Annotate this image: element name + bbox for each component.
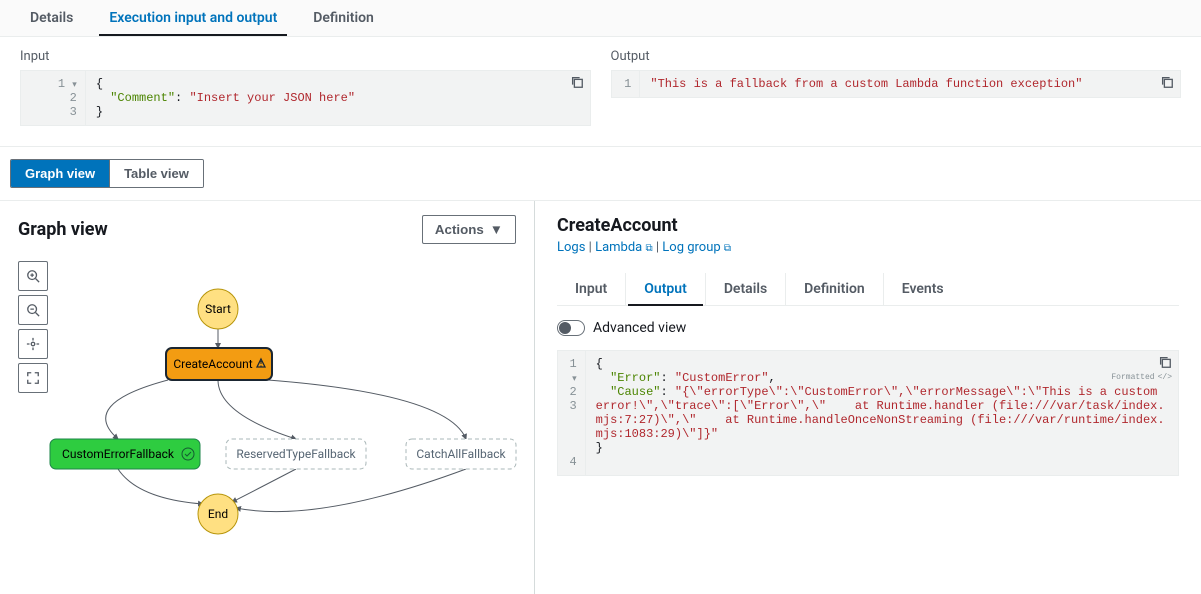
logs-link[interactable]: Logs xyxy=(557,240,585,255)
tab-definition[interactable]: Definition xyxy=(295,0,392,36)
detail-links: Logs | Lambda ⧉ | Log group ⧉ xyxy=(557,240,1179,255)
io-panel: Input 1 ▾23 { "Comment": "Insert your JS… xyxy=(0,37,1201,147)
lambda-link[interactable]: Lambda ⧉ xyxy=(595,240,653,255)
input-code[interactable]: { "Comment": "Insert your JSON here" } xyxy=(86,71,590,125)
subtab-output[interactable]: Output xyxy=(626,273,706,305)
subtab-details[interactable]: Details xyxy=(706,273,786,305)
graph-view-button[interactable]: Graph view xyxy=(11,160,109,187)
actions-button[interactable]: Actions ▼ xyxy=(422,215,516,244)
code-gutter: 1 ▾234 xyxy=(558,351,586,475)
node-start: Start xyxy=(205,302,231,316)
formatted-badge[interactable]: Formatted </> xyxy=(1111,373,1172,382)
view-toggle: Graph view Table view xyxy=(10,159,204,188)
code-icon: </> xyxy=(1158,373,1172,382)
advanced-view-label: Advanced view xyxy=(593,320,686,336)
graph-pane-header: Graph view Actions ▼ xyxy=(18,215,516,244)
detail-title: CreateAccount xyxy=(557,215,1179,236)
subtab-input[interactable]: Input xyxy=(557,273,626,305)
output-code[interactable]: "This is a fallback from a custom Lambda… xyxy=(640,71,1180,97)
subtab-events[interactable]: Events xyxy=(884,273,962,305)
node-custom-error: CustomErrorFallback xyxy=(62,447,175,461)
copy-icon[interactable] xyxy=(570,75,584,93)
caret-down-icon: ▼ xyxy=(490,222,503,237)
table-view-button[interactable]: Table view xyxy=(109,160,203,187)
graph-pane-title: Graph view xyxy=(18,219,108,240)
code-gutter: 1 xyxy=(612,71,641,97)
node-create-account: CreateAccount xyxy=(173,357,252,371)
node-reserved: ReservedTypeFallback xyxy=(236,447,356,461)
advanced-view-row: Advanced view xyxy=(557,320,1179,336)
node-end: End xyxy=(208,507,228,521)
output-label: Output xyxy=(611,49,1182,64)
code-gutter: 1 ▾23 xyxy=(21,71,86,125)
subtab-definition[interactable]: Definition xyxy=(786,273,884,305)
tab-execution-io[interactable]: Execution input and output xyxy=(91,0,295,36)
view-toggle-bar: Graph view Table view xyxy=(0,147,1201,200)
detail-sub-tabs: Input Output Details Definition Events xyxy=(557,273,1179,306)
graph-pane: Graph view Actions ▼ xyxy=(0,201,535,594)
output-json-box: Formatted </> 1 ▾234 { "Error": "CustomE… xyxy=(557,350,1179,476)
input-label: Input xyxy=(20,49,591,64)
detail-pane: CreateAccount Logs | Lambda ⧉ | Log grou… xyxy=(535,201,1201,594)
log-group-link[interactable]: Log group ⧉ xyxy=(662,240,731,255)
external-link-icon: ⧉ xyxy=(724,243,731,254)
copy-icon[interactable] xyxy=(1158,355,1172,373)
split-panes: Graph view Actions ▼ xyxy=(0,200,1201,594)
input-code-box: 1 ▾23 { "Comment": "Insert your JSON her… xyxy=(20,70,591,126)
output-column: Output 1 "This is a fallback from a cust… xyxy=(611,49,1182,126)
tab-details[interactable]: Details xyxy=(12,0,91,36)
graph-canvas[interactable]: Start CreateAccount CustomErrorFallback … xyxy=(18,274,516,574)
node-catchall: CatchAllFallback xyxy=(416,447,506,461)
output-code-box: 1 "This is a fallback from a custom Lamb… xyxy=(611,70,1182,98)
external-link-icon: ⧉ xyxy=(646,243,653,254)
output-json-code[interactable]: { "Error": "CustomError", "Cause": "{\"e… xyxy=(586,351,1178,475)
input-column: Input 1 ▾23 { "Comment": "Insert your JS… xyxy=(20,49,591,126)
copy-icon[interactable] xyxy=(1160,75,1174,93)
main-tabs: Details Execution input and output Defin… xyxy=(0,0,1201,37)
advanced-view-toggle[interactable] xyxy=(557,320,585,336)
